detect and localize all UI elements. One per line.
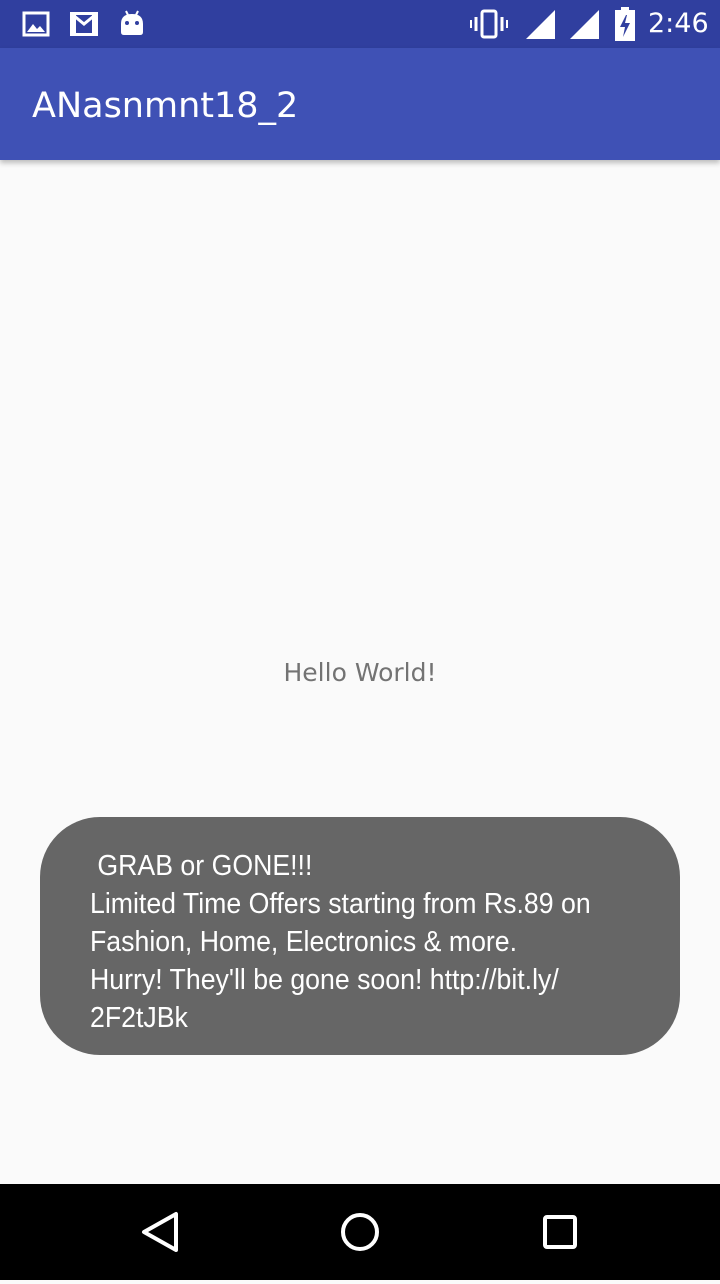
back-icon	[142, 1212, 178, 1252]
image-notification-icon	[22, 11, 50, 37]
back-button[interactable]	[100, 1184, 220, 1280]
recents-button[interactable]	[500, 1184, 620, 1280]
battery-charging-icon	[615, 7, 635, 41]
navigation-bar	[0, 1184, 720, 1280]
app-bar: ANasnmnt18_2	[0, 48, 720, 160]
toast-line: GRAB or GONE!!!	[90, 850, 313, 882]
gmail-notification-icon	[70, 12, 98, 36]
recents-icon	[543, 1215, 577, 1249]
android-notification-icon	[121, 10, 143, 35]
toast-message: GRAB or GONE!!! Limited Time Offers star…	[40, 817, 680, 1055]
vibrate-icon	[470, 9, 508, 39]
signal-icon	[526, 10, 555, 39]
wifi-signal-icon	[570, 10, 599, 39]
toast-line: Fashion, Home, Electronics & more.	[90, 926, 518, 958]
app-title: ANasnmnt18_2	[32, 86, 299, 126]
toast-line: Limited Time Offers starting from Rs.89 …	[90, 888, 591, 920]
home-icon	[341, 1213, 379, 1251]
status-bar-clock: 2:46	[648, 8, 709, 39]
home-button[interactable]	[300, 1184, 420, 1280]
status-bar: 2:46	[0, 0, 720, 48]
toast-line: Hurry! They'll be gone soon! http://bit.…	[90, 964, 559, 996]
toast-line: 2F2tJBk	[90, 1002, 188, 1034]
hello-world-text: Hello World!	[283, 658, 437, 687]
